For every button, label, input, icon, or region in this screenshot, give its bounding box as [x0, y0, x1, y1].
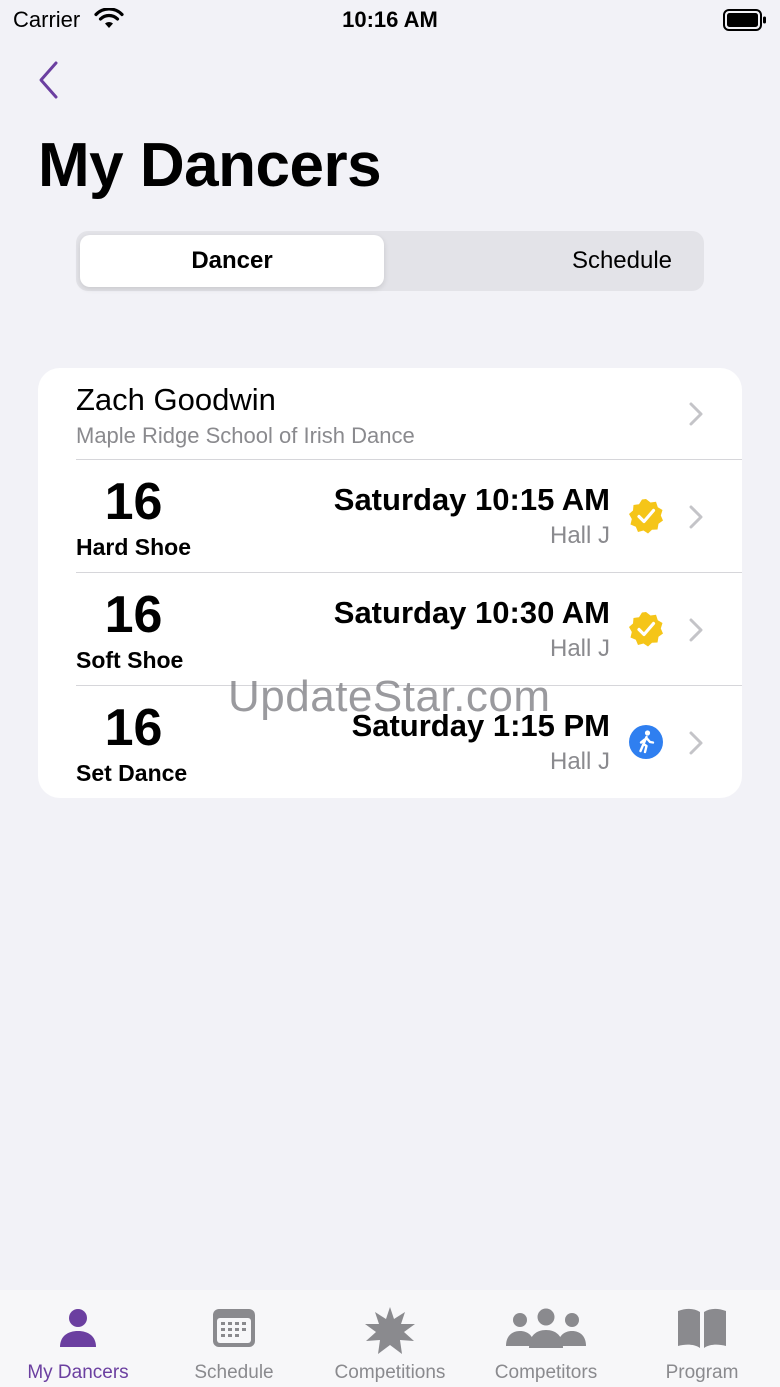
person-icon	[60, 1309, 96, 1347]
segment-dancer[interactable]: Dancer	[80, 235, 384, 287]
chevron-left-icon	[39, 61, 58, 99]
competitor-number: 16	[104, 473, 163, 531]
competitor-number: 16	[104, 699, 163, 757]
chevron-right-icon	[689, 618, 703, 642]
walking-person-icon	[629, 725, 663, 759]
segment-schedule[interactable]: Schedule	[470, 235, 774, 287]
chevron-right-icon	[689, 402, 703, 426]
dance-hall: Hall J	[549, 635, 610, 662]
dance-hall: Hall J	[549, 522, 610, 549]
dance-name: Soft Shoe	[76, 647, 184, 673]
entry-row[interactable]: 16 Soft Shoe Saturday 10:30 AM Hall J	[38, 573, 742, 686]
checkmark-seal-icon	[629, 612, 663, 647]
tab-label: Competitors	[494, 1362, 598, 1383]
tab-label: Schedule	[194, 1362, 274, 1383]
dancer-header-row[interactable]: Zach Goodwin Maple Ridge School of Irish…	[38, 368, 742, 459]
tab-competitors[interactable]: Competitors	[468, 1290, 624, 1387]
tab-schedule[interactable]: Schedule	[156, 1290, 312, 1387]
view-segmented-control[interactable]: Dancer Schedule	[76, 231, 704, 291]
dance-name: Hard Shoe	[76, 534, 192, 560]
entry-row[interactable]: 16 Hard Shoe Saturday 10:15 AM Hall J	[38, 460, 742, 573]
tab-competitions[interactable]: Competitions	[312, 1290, 468, 1387]
status-bar: Carrier 10:16 AM	[0, 0, 780, 40]
tab-label: Program	[665, 1362, 739, 1383]
dancer-name: Zach Goodwin	[76, 382, 276, 417]
tab-bar: My Dancers Schedule Competitions Competi…	[0, 1290, 780, 1387]
back-button[interactable]	[34, 60, 66, 100]
chevron-right-icon	[689, 731, 703, 755]
dancer-school: Maple Ridge School of Irish Dance	[76, 423, 415, 448]
page-title: My Dancers	[38, 131, 382, 200]
dance-name: Set Dance	[76, 760, 188, 786]
dance-time: Saturday 10:30 AM	[333, 595, 610, 630]
competitor-number: 16	[104, 586, 163, 644]
starburst-icon	[365, 1307, 415, 1354]
tab-program[interactable]: Program	[624, 1290, 780, 1387]
dance-hall: Hall J	[549, 748, 610, 775]
tab-label: My Dancers	[27, 1362, 129, 1383]
checkmark-seal-icon	[629, 499, 663, 534]
tab-label: Competitions	[334, 1362, 446, 1383]
chevron-right-icon	[689, 505, 703, 529]
book-icon	[678, 1308, 726, 1348]
dancer-card: Zach Goodwin Maple Ridge School of Irish…	[38, 368, 742, 798]
calendar-icon	[213, 1309, 255, 1347]
dance-time: Saturday 10:15 AM	[333, 482, 610, 517]
clock: 10:16 AM	[342, 7, 438, 32]
tab-my-dancers[interactable]: My Dancers	[0, 1290, 156, 1387]
watermark: UpdateStar.com	[228, 672, 551, 721]
people-group-icon	[506, 1308, 586, 1348]
battery-icon	[723, 9, 767, 36]
